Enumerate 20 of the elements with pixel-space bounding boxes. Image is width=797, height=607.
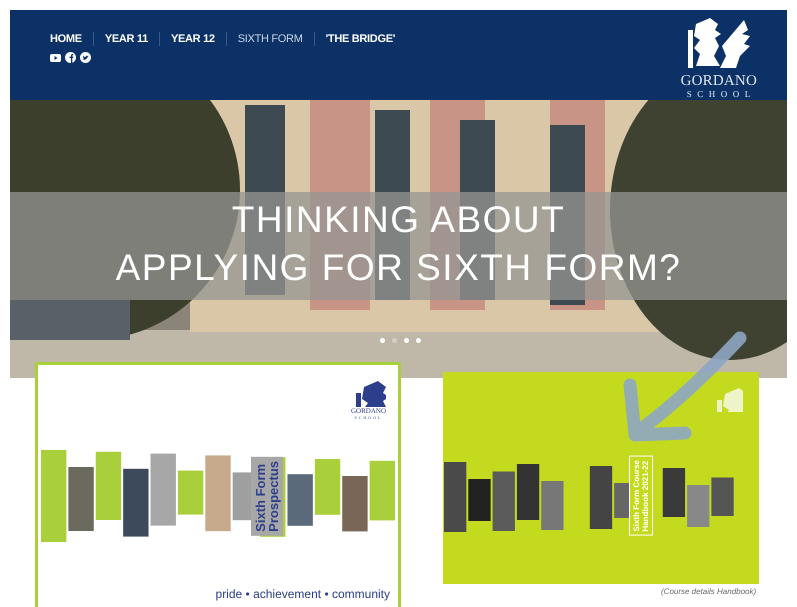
headline: APPLYING FOR SIXTH FORM? [114,246,682,290]
logo-subtitle: SCHOOL [686,88,756,100]
carousel-dot[interactable] [392,338,397,343]
nav-link[interactable]: YEAR 12 [158,32,226,46]
carousel-dot[interactable] [404,338,409,343]
tagline: pride • achievement • community [216,586,390,603]
carousel-dot[interactable] [380,338,385,343]
nav-link[interactable]: HOME [50,32,93,46]
caption: (Course details Handbook) [661,586,756,598]
play-icon[interactable] [50,52,61,63]
logo-text: GORDANO [680,74,757,88]
nav-link[interactable]: SIXTH FORM [226,32,314,46]
nav-link[interactable]: 'THE BRIDGE' [314,32,406,46]
nav-link[interactable]: YEAR 11 [92,32,159,46]
cover-title: Sixth Form Course Handbook 2021-22 [629,456,653,536]
bird-icon[interactable] [80,52,91,63]
cover-title: Sixth Form Prospectus [251,457,283,536]
carousel-dot[interactable] [416,338,421,343]
facebook-icon[interactable] [65,52,76,63]
headline: THINKING ABOUT [230,198,566,242]
